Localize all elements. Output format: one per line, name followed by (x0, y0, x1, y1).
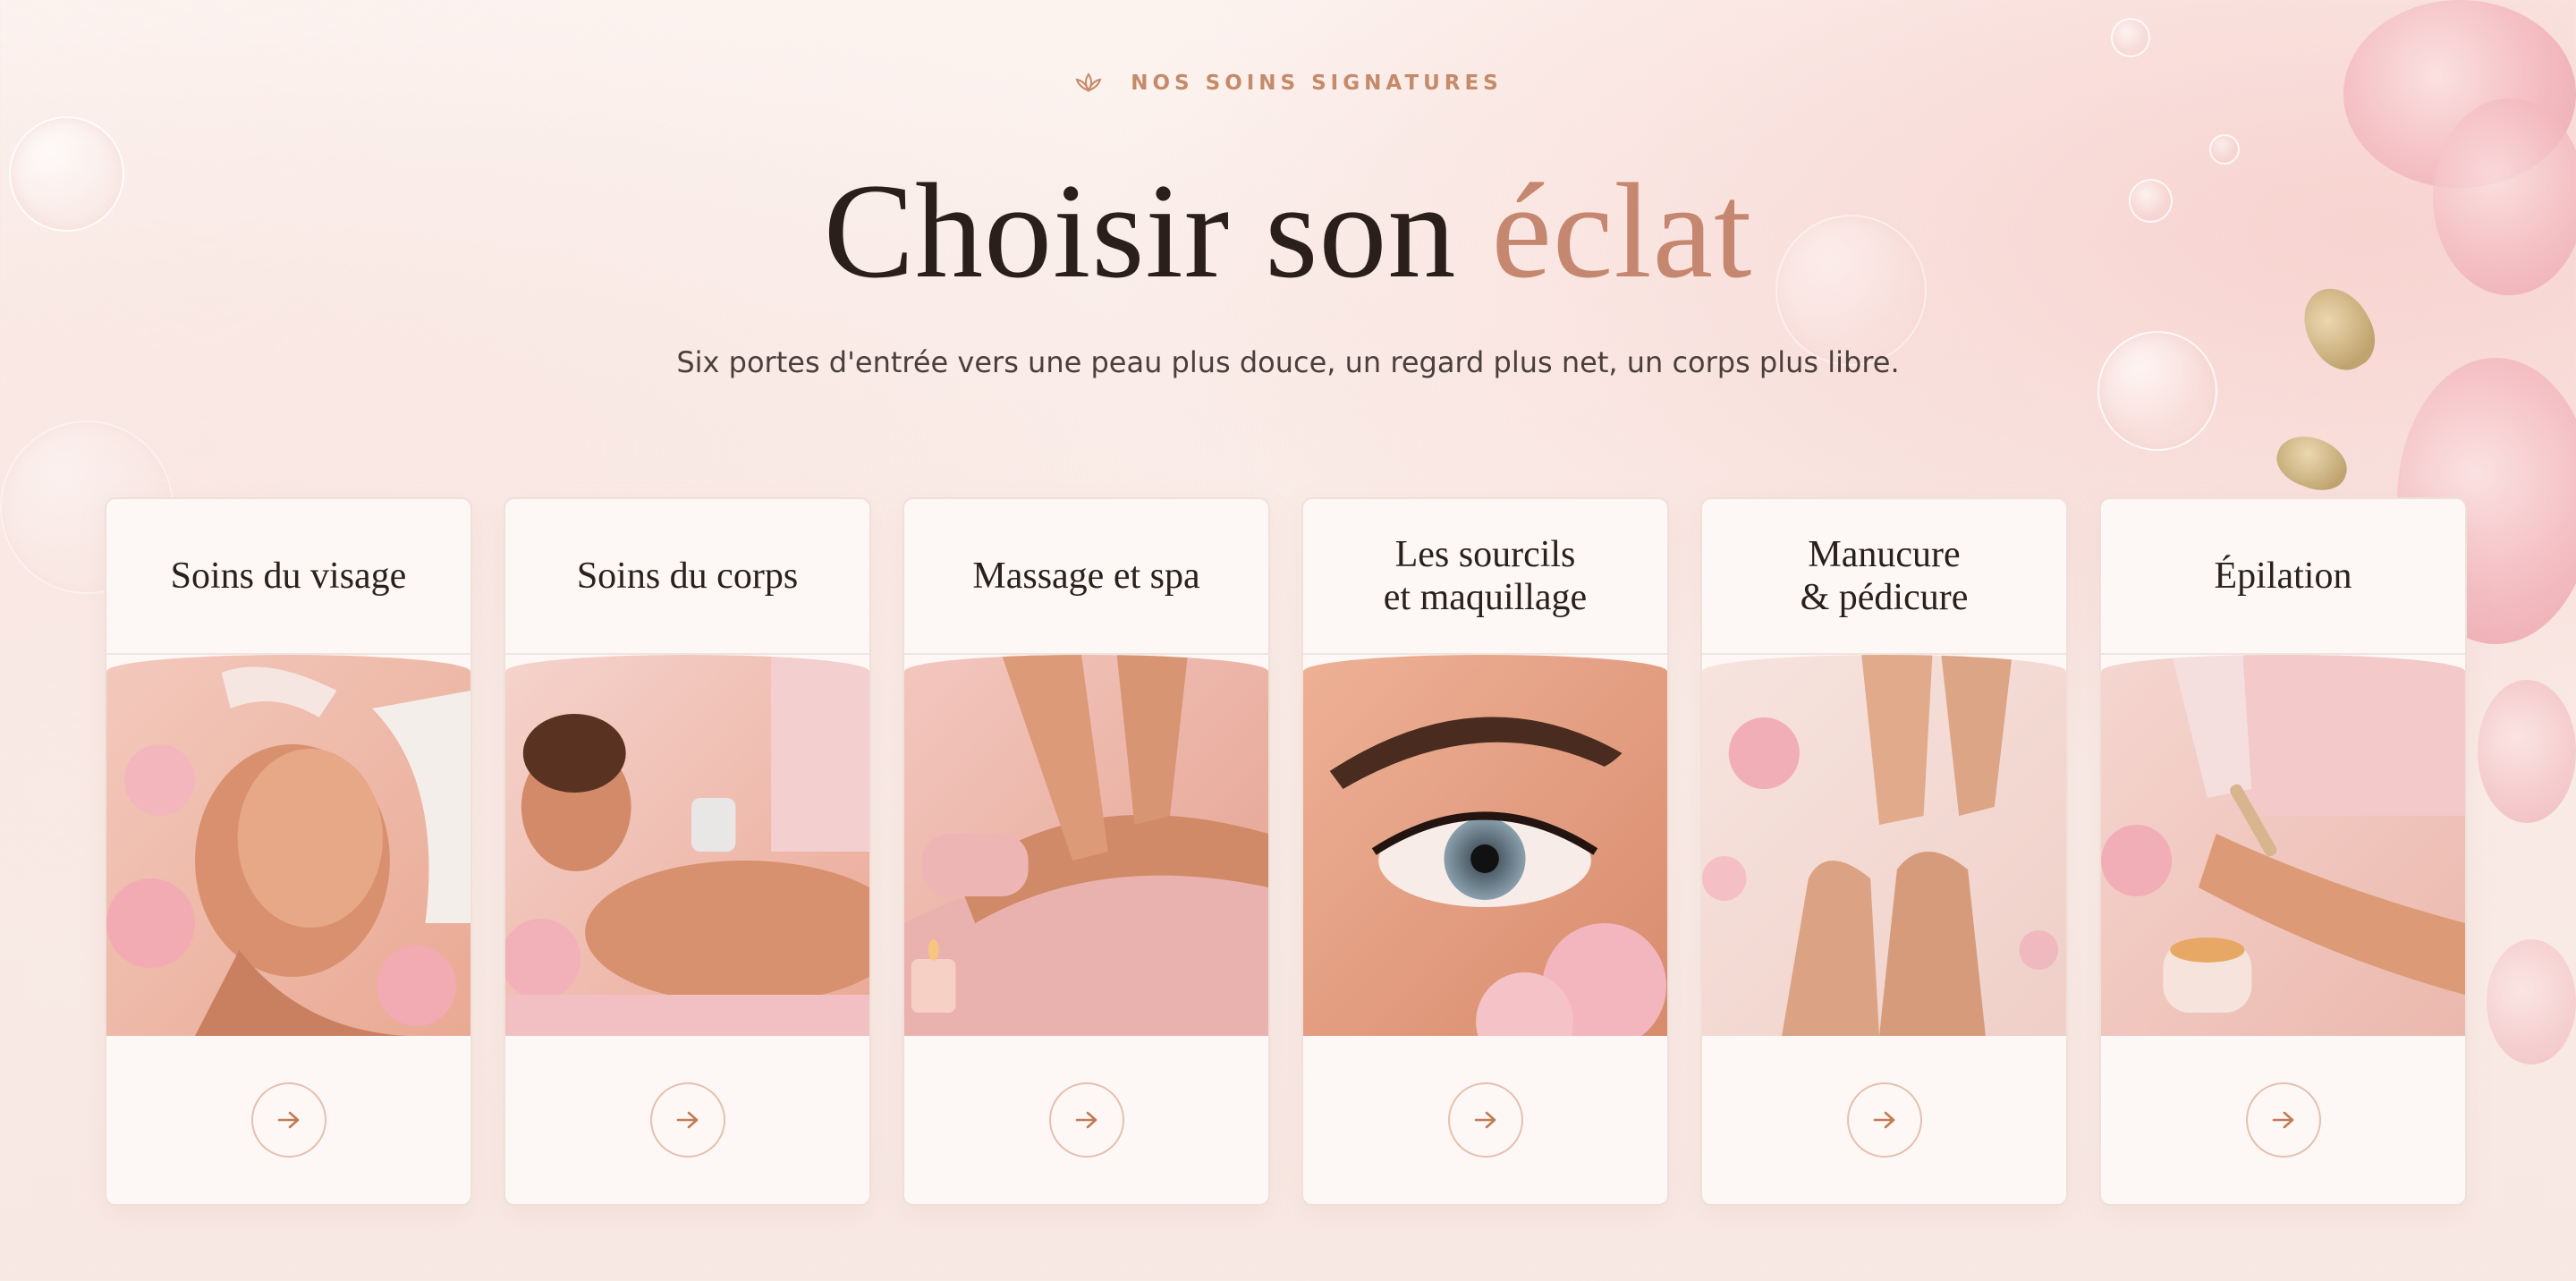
arrow-right-icon (1474, 1110, 1497, 1130)
card-arrow-button[interactable] (1846, 1082, 1922, 1158)
card-header: Massage et spa (904, 499, 1268, 655)
arrow-right-icon (676, 1110, 699, 1130)
flower-decoration (2478, 680, 2576, 823)
card-footer (505, 1036, 869, 1204)
page-title: Choisir son éclat (0, 150, 2576, 311)
facial-treatment-photo[interactable] (106, 655, 470, 1036)
manicure-pedicure-photo[interactable] (1702, 655, 2066, 1036)
card-header: Épilation (2101, 499, 2465, 655)
card-footer (106, 1036, 470, 1204)
card-title: Les sourcils et maquillage (1383, 534, 1588, 618)
flower-decoration (2487, 939, 2576, 1065)
card-arrow-button[interactable] (1447, 1082, 1523, 1158)
body-treatment-photo[interactable] (505, 655, 869, 1036)
service-card-sourcils-maquillage[interactable]: Les sourcils et maquillage (1301, 497, 1669, 1206)
card-header: Manucure & pédicure (1702, 499, 2066, 655)
card-title: Épilation (2214, 556, 2352, 597)
card-footer (904, 1036, 1268, 1204)
card-header: Soins du corps (505, 499, 869, 655)
card-arrow-button[interactable] (649, 1082, 725, 1158)
flower-bud-decoration (2270, 427, 2354, 499)
lotus-icon (1073, 72, 1104, 95)
bubble-decoration (2111, 18, 2150, 57)
page-subtitle: Six portes d'entrée vers une peau plus d… (676, 345, 1900, 379)
title-accent: éclat (1491, 156, 1753, 306)
eyebrow-label: NOS SOINS SIGNATURES (1131, 72, 1503, 95)
card-title: Soins du corps (576, 556, 799, 597)
card-arrow-button[interactable] (1048, 1082, 1124, 1158)
arrow-right-icon (277, 1110, 301, 1130)
arrow-right-icon (1873, 1110, 1896, 1130)
waxing-photo[interactable] (2101, 655, 2465, 1036)
service-card-epilation[interactable]: Épilation (2099, 497, 2467, 1206)
card-title: Soins du visage (170, 556, 407, 597)
card-footer (1303, 1036, 1667, 1204)
section-eyebrow: NOS SOINS SIGNATURES (0, 72, 2576, 95)
service-card-soins-visage[interactable]: Soins du visage (105, 497, 472, 1206)
service-card-soins-corps[interactable]: Soins du corps (504, 497, 871, 1206)
title-main: Choisir son (823, 156, 1492, 306)
card-arrow-button[interactable] (250, 1082, 326, 1158)
card-title: Manucure & pédicure (1800, 534, 1969, 618)
service-card-massage-spa[interactable]: Massage et spa (902, 497, 1270, 1206)
card-header: Soins du visage (106, 499, 470, 655)
card-title: Massage et spa (972, 556, 1200, 597)
eyebrow-makeup-photo[interactable] (1303, 655, 1667, 1036)
services-card-list: Soins du visage Soins du corps Massage e… (105, 497, 2471, 1206)
arrow-right-icon (1075, 1110, 1098, 1130)
service-card-manucure-pedicure[interactable]: Manucure & pédicure (1700, 497, 2068, 1206)
card-footer (1702, 1036, 2066, 1204)
massage-photo[interactable] (904, 655, 1268, 1036)
arrow-right-icon (2272, 1110, 2295, 1130)
card-arrow-button[interactable] (2245, 1082, 2321, 1158)
card-footer (2101, 1036, 2465, 1204)
card-header: Les sourcils et maquillage (1303, 499, 1667, 655)
